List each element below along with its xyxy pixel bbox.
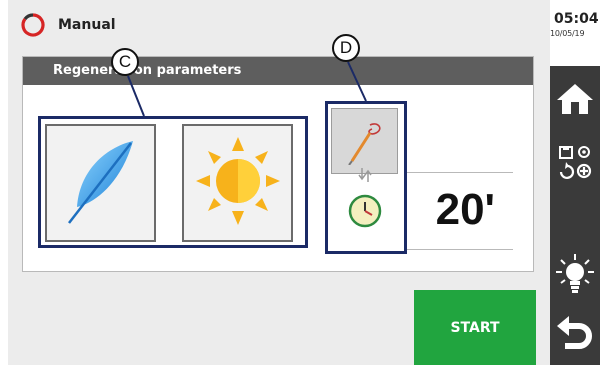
callout-c: C	[111, 48, 139, 76]
start-button[interactable]: START	[414, 290, 536, 365]
callout-d: D	[332, 34, 360, 62]
